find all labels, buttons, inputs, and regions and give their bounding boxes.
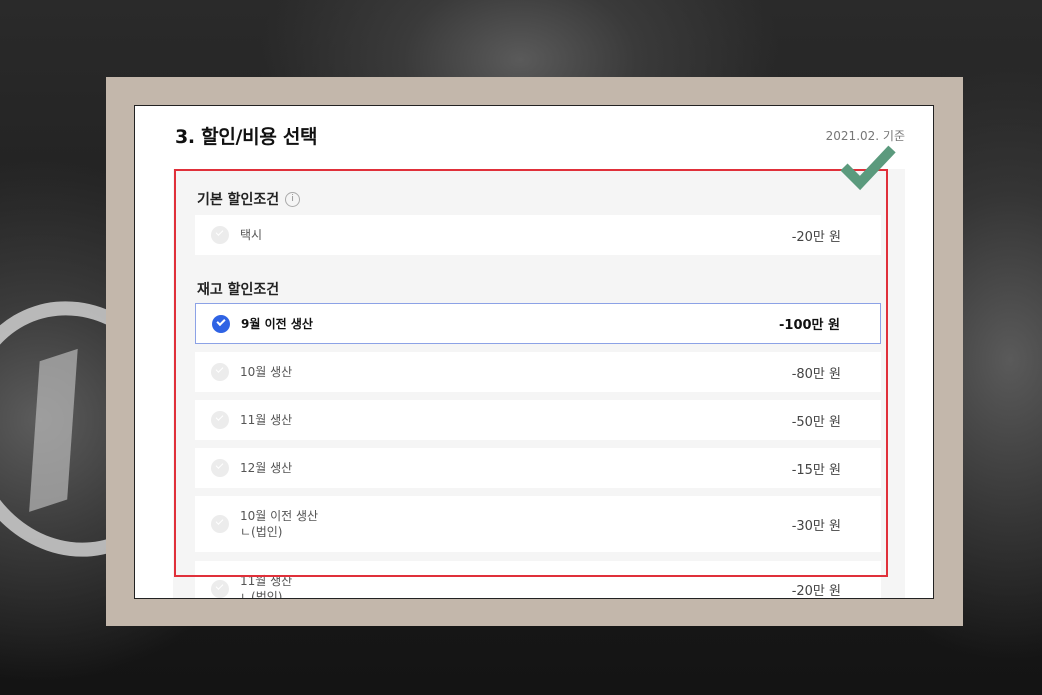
option-row-before-oct-corp[interactable]: 10월 이전 생산 ㄴ(법인) -30만 원: [195, 496, 881, 552]
reference-date: 2021.02. 기준: [825, 129, 905, 143]
option-price: -30만 원: [791, 518, 841, 534]
check-circle-icon[interactable]: [211, 459, 229, 477]
page-title: 3. 할인/비용 선택: [175, 126, 318, 148]
option-row-dec[interactable]: 12월 생산 -15만 원: [195, 448, 881, 488]
option-label: 9월 이전 생산: [241, 316, 313, 331]
option-row-nov[interactable]: 11월 생산 -50만 원: [195, 400, 881, 440]
stock-discount-label: 재고 할인조건: [197, 282, 280, 298]
option-label-main: 10월 이전 생산: [240, 509, 319, 523]
check-circle-icon[interactable]: [212, 314, 230, 333]
option-row-taxi[interactable]: 택시 -20만 원: [195, 215, 881, 255]
option-label-sub: ㄴ(법인): [240, 525, 283, 539]
option-label-sub: ㄴ(법인): [240, 590, 283, 599]
option-label-main: 11월 생산: [240, 574, 293, 588]
option-label: 12월 생산: [240, 461, 293, 475]
check-circle-icon[interactable]: [211, 363, 229, 381]
option-price: -80만 원: [791, 366, 841, 382]
option-price: -50만 원: [791, 414, 841, 430]
option-price: -15만 원: [791, 462, 841, 478]
option-label: 10월 이전 생산 ㄴ(법인): [240, 508, 792, 540]
check-circle-icon[interactable]: [211, 580, 229, 598]
option-price: -100만 원: [779, 318, 840, 333]
check-circle-icon[interactable]: [211, 226, 229, 244]
option-label: 11월 생산: [240, 413, 293, 427]
check-circle-icon[interactable]: [211, 411, 229, 429]
option-price: -20만 원: [791, 229, 841, 245]
discount-panel: 3. 할인/비용 선택 2021.02. 기준 기본 할인조건 i 택시 -20…: [134, 105, 934, 599]
check-circle-icon[interactable]: [211, 515, 229, 533]
option-row-nov-corp[interactable]: 11월 생산 ㄴ(법인) -20만 원: [195, 561, 881, 599]
info-icon[interactable]: i: [285, 191, 301, 207]
option-label: 10월 생산: [240, 365, 293, 379]
option-row-oct[interactable]: 10월 생산 -80만 원: [195, 352, 881, 392]
option-label: 11월 생산 ㄴ(법인): [240, 573, 792, 599]
option-price: -20만 원: [791, 583, 841, 599]
options-area: 기본 할인조건 i 택시 -20만 원 재고 할인조건 9월 이전 생산 -10…: [173, 169, 905, 599]
option-row-before-sep[interactable]: 9월 이전 생산 -100만 원: [195, 303, 881, 344]
basic-discount-label: 기본 할인조건: [197, 192, 280, 208]
stock-discount-title: 재고 할인조건: [197, 279, 279, 299]
option-label: 택시: [240, 228, 263, 242]
basic-discount-title: 기본 할인조건 i: [197, 189, 301, 209]
big-checkmark-icon: [840, 145, 896, 191]
